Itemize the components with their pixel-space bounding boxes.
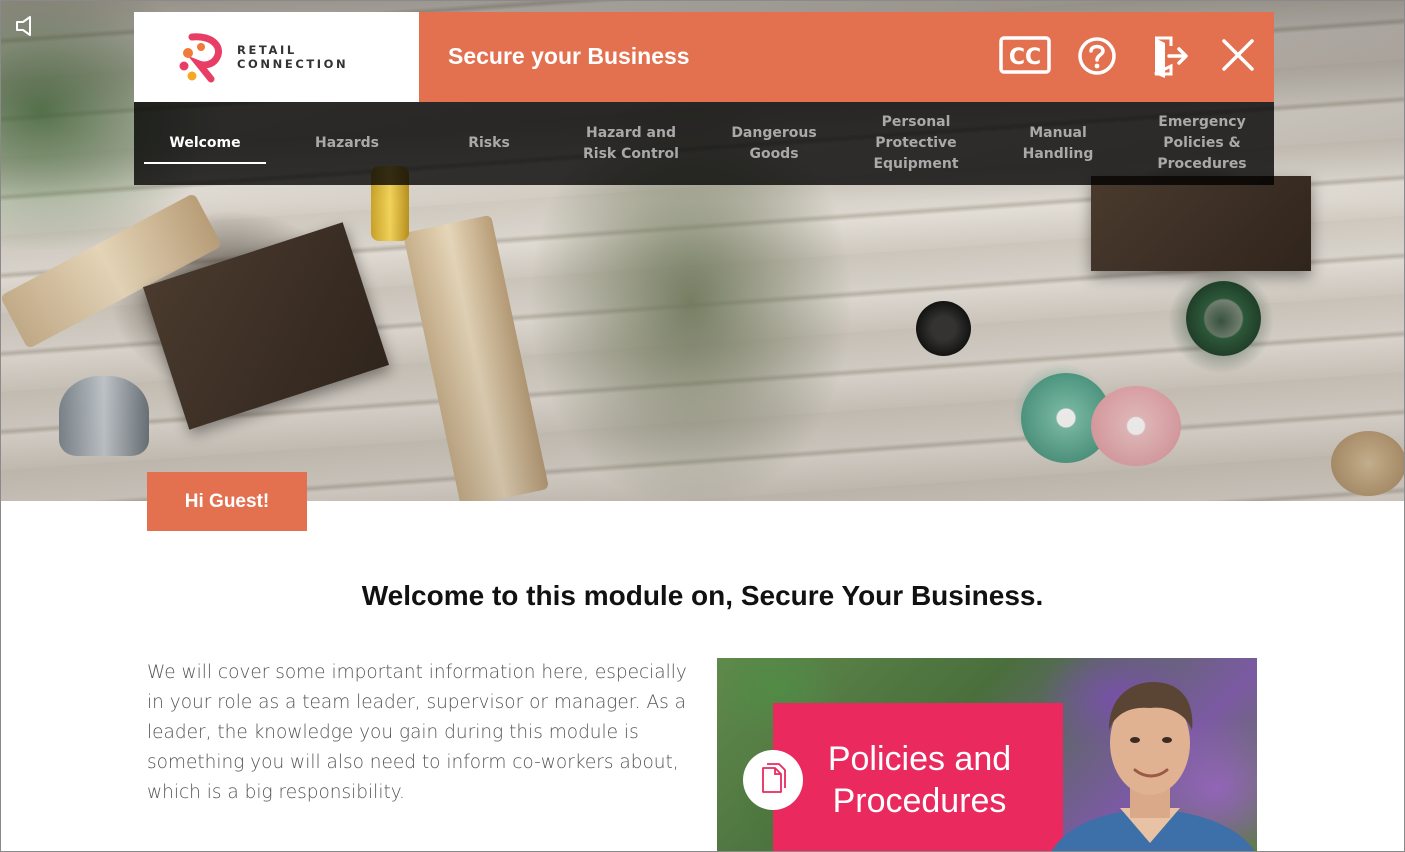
- exit-icon[interactable]: [1141, 34, 1193, 78]
- close-icon[interactable]: [1212, 34, 1264, 78]
- intro-paragraph: We will cover some important information…: [147, 662, 687, 803]
- tab-label: Welcome: [169, 135, 241, 151]
- tab-personal-protective-equipment[interactable]: Personal Protective Equipment: [854, 102, 978, 185]
- help-icon[interactable]: [1071, 34, 1123, 78]
- card-title: Policies and Procedures: [827, 740, 1012, 820]
- cc-label: CC: [1009, 45, 1041, 70]
- module-title: Secure your Business: [448, 43, 690, 69]
- logo-line-2: CONNECTION: [237, 57, 349, 71]
- tab-hazards[interactable]: Hazards: [286, 102, 408, 185]
- page-heading: Welcome to this module on, Secure Your B…: [361, 580, 1044, 611]
- tab-dangerous-goods[interactable]: Dangerous Goods: [712, 102, 836, 185]
- tab-manual-handling[interactable]: Manual Handling: [996, 102, 1120, 185]
- tab-label: Risks: [468, 135, 510, 151]
- speaker-icon[interactable]: [15, 15, 41, 37]
- tab-label: Emergency Policies & Procedures: [1157, 114, 1247, 172]
- logo-line-1: RETAIL: [237, 43, 297, 57]
- tab-label: Dangerous Goods: [731, 124, 817, 162]
- app-frame: RETAIL CONNECTION Secure your Business C…: [0, 0, 1405, 852]
- greeting-badge: Hi Guest!: [147, 472, 307, 531]
- policies-procedures-card[interactable]: Policies and Procedures: [717, 658, 1257, 851]
- logo-mark-icon: [179, 33, 222, 83]
- tab-label: Hazard and Risk Control: [583, 124, 679, 162]
- tab-hazard-and-risk-control[interactable]: Hazard and Risk Control: [570, 102, 692, 185]
- tab-risks[interactable]: Risks: [428, 102, 550, 185]
- document-icon: [743, 750, 803, 810]
- module-nav: Welcome Hazards Risks Hazard and Risk Co…: [134, 102, 1274, 185]
- logo-wordmark: RETAIL CONNECTION: [237, 43, 348, 71]
- logo: RETAIL CONNECTION: [134, 12, 419, 102]
- tab-emergency-policies-procedures[interactable]: Emergency Policies & Procedures: [1138, 102, 1266, 185]
- cc-icon[interactable]: CC: [999, 34, 1051, 78]
- module-header: RETAIL CONNECTION Secure your Business C…: [134, 12, 1274, 185]
- tab-label: Manual Handling: [1022, 124, 1094, 162]
- tab-welcome[interactable]: Welcome: [144, 102, 266, 185]
- title-bar: Secure your Business CC: [419, 12, 1274, 102]
- tab-label: Hazards: [314, 135, 380, 151]
- tab-label: Personal Protective Equipment: [873, 114, 959, 172]
- person-photo: [1051, 682, 1255, 851]
